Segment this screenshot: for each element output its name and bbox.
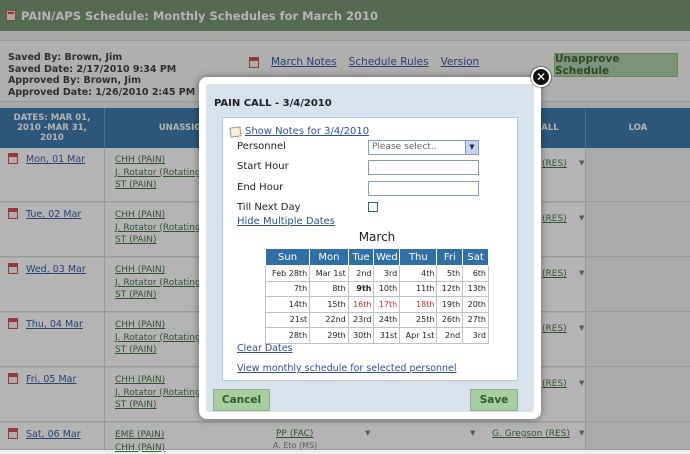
till-next-day-checkbox[interactable]: [368, 202, 378, 212]
calendar-day-cell[interactable]: 29th: [310, 328, 349, 344]
weekday-header: Thu: [400, 249, 437, 266]
end-hour-input[interactable]: [368, 181, 479, 196]
show-notes: Show Notes for 3/4/2010: [230, 126, 369, 137]
calendar-day-cell[interactable]: 19th: [437, 297, 463, 313]
calendar-week-row: 28th29th30th31stApr 1st2nd3rd: [266, 328, 489, 344]
calendar-day-cell[interactable]: 17th: [374, 297, 400, 313]
end-hour-label: End Hour: [237, 182, 283, 193]
show-notes-link[interactable]: Show Notes for 3/4/2010: [245, 126, 369, 137]
weekday-header: Fri: [437, 249, 463, 266]
hide-multiple-dates-link[interactable]: Hide Multiple Dates: [237, 216, 335, 227]
calendar-day-cell[interactable]: 22nd: [310, 312, 349, 328]
calendar-day-cell[interactable]: 18th: [400, 297, 437, 313]
calendar-day-cell[interactable]: 24th: [374, 312, 400, 328]
start-hour-input[interactable]: [368, 160, 479, 175]
calendar-day-cell[interactable]: 15th: [310, 297, 349, 313]
calendar-day-cell[interactable]: 10th: [374, 281, 400, 297]
weekday-header: Sun: [266, 249, 310, 266]
calendar-day-cell[interactable]: Feb 28th: [266, 266, 310, 282]
save-button[interactable]: Save: [470, 389, 518, 411]
calendar-day-cell[interactable]: 3rd: [463, 328, 489, 344]
multi-date-calendar: Sun Mon Tue Wed Thu Fri Sat Feb 28thMar …: [265, 248, 489, 344]
calendar-day-cell[interactable]: 28th: [266, 328, 310, 344]
view-monthly-schedule-link[interactable]: View monthly schedule for selected perso…: [237, 363, 457, 374]
personnel-label: Personnel: [237, 141, 286, 152]
calendar-day-cell[interactable]: 2nd: [437, 328, 463, 344]
calendar-week-row: 7th8th9th10th11th12th13th: [266, 281, 489, 297]
notes-icon: [229, 126, 241, 137]
calendar-day-cell[interactable]: 11th: [400, 281, 437, 297]
calendar-day-cell[interactable]: Mar 1st: [310, 266, 349, 282]
start-hour-label: Start Hour: [237, 161, 289, 172]
calendar-day-cell[interactable]: 13th: [463, 281, 489, 297]
personnel-selected-value: Please select..: [372, 142, 437, 152]
calendar-day-cell[interactable]: 8th: [310, 281, 349, 297]
till-next-day-label: Till Next Day: [237, 202, 301, 213]
calendar-day-cell[interactable]: 21st: [266, 312, 310, 328]
calendar-day-cell[interactable]: 3rd: [374, 266, 400, 282]
calendar-day-cell[interactable]: 26th: [437, 312, 463, 328]
calendar-day-cell[interactable]: 31st: [374, 328, 400, 344]
weekday-header: Tue: [348, 249, 374, 266]
cancel-button[interactable]: Cancel: [213, 389, 270, 411]
calendar-day-cell[interactable]: 9th: [348, 281, 374, 297]
weekday-header: Sat: [463, 249, 489, 266]
personnel-select[interactable]: Please select.. ▼: [368, 140, 479, 155]
calendar-day-cell[interactable]: Apr 1st: [400, 328, 437, 344]
calendar-day-cell[interactable]: 25th: [400, 312, 437, 328]
calendar-day-cell[interactable]: 5th: [437, 266, 463, 282]
dialog-panel: PAIN CALL - 3/4/2010 Show Notes for 3/4/…: [206, 84, 534, 412]
calendar-day-cell[interactable]: 12th: [437, 281, 463, 297]
calendar-day-cell[interactable]: 7th: [266, 281, 310, 297]
calendar-day-cell[interactable]: 20th: [463, 297, 489, 313]
dialog-title: PAIN CALL - 3/4/2010: [214, 98, 332, 109]
weekday-header: Mon: [310, 249, 349, 266]
close-icon[interactable]: ✕: [531, 67, 551, 87]
calendar-day-cell[interactable]: 6th: [463, 266, 489, 282]
calendar-week-row: 14th15th16th17th18th19th20th: [266, 297, 489, 313]
chevron-down-icon[interactable]: ▼: [465, 141, 478, 154]
pain-call-dialog: PAIN CALL - 3/4/2010 Show Notes for 3/4/…: [199, 77, 541, 419]
calendar-day-cell[interactable]: 14th: [266, 297, 310, 313]
calendar-day-cell[interactable]: 27th: [463, 312, 489, 328]
calendar-month-title: March: [265, 230, 489, 244]
calendar-week-row: Feb 28thMar 1st2nd3rd4th5th6th: [266, 266, 489, 282]
clear-dates-link[interactable]: Clear Dates: [237, 343, 293, 354]
calendar-day-cell[interactable]: 16th: [348, 297, 374, 313]
calendar-day-cell[interactable]: 2nd: [348, 266, 374, 282]
calendar-day-cell[interactable]: 4th: [400, 266, 437, 282]
dialog-body: Show Notes for 3/4/2010 Personnel Please…: [222, 117, 518, 381]
weekday-header: Wed: [374, 249, 400, 266]
calendar-week-row: 21st22nd23rd24th25th26th27th: [266, 312, 489, 328]
calendar-day-cell[interactable]: 23rd: [348, 312, 374, 328]
calendar-day-cell[interactable]: 30th: [348, 328, 374, 344]
